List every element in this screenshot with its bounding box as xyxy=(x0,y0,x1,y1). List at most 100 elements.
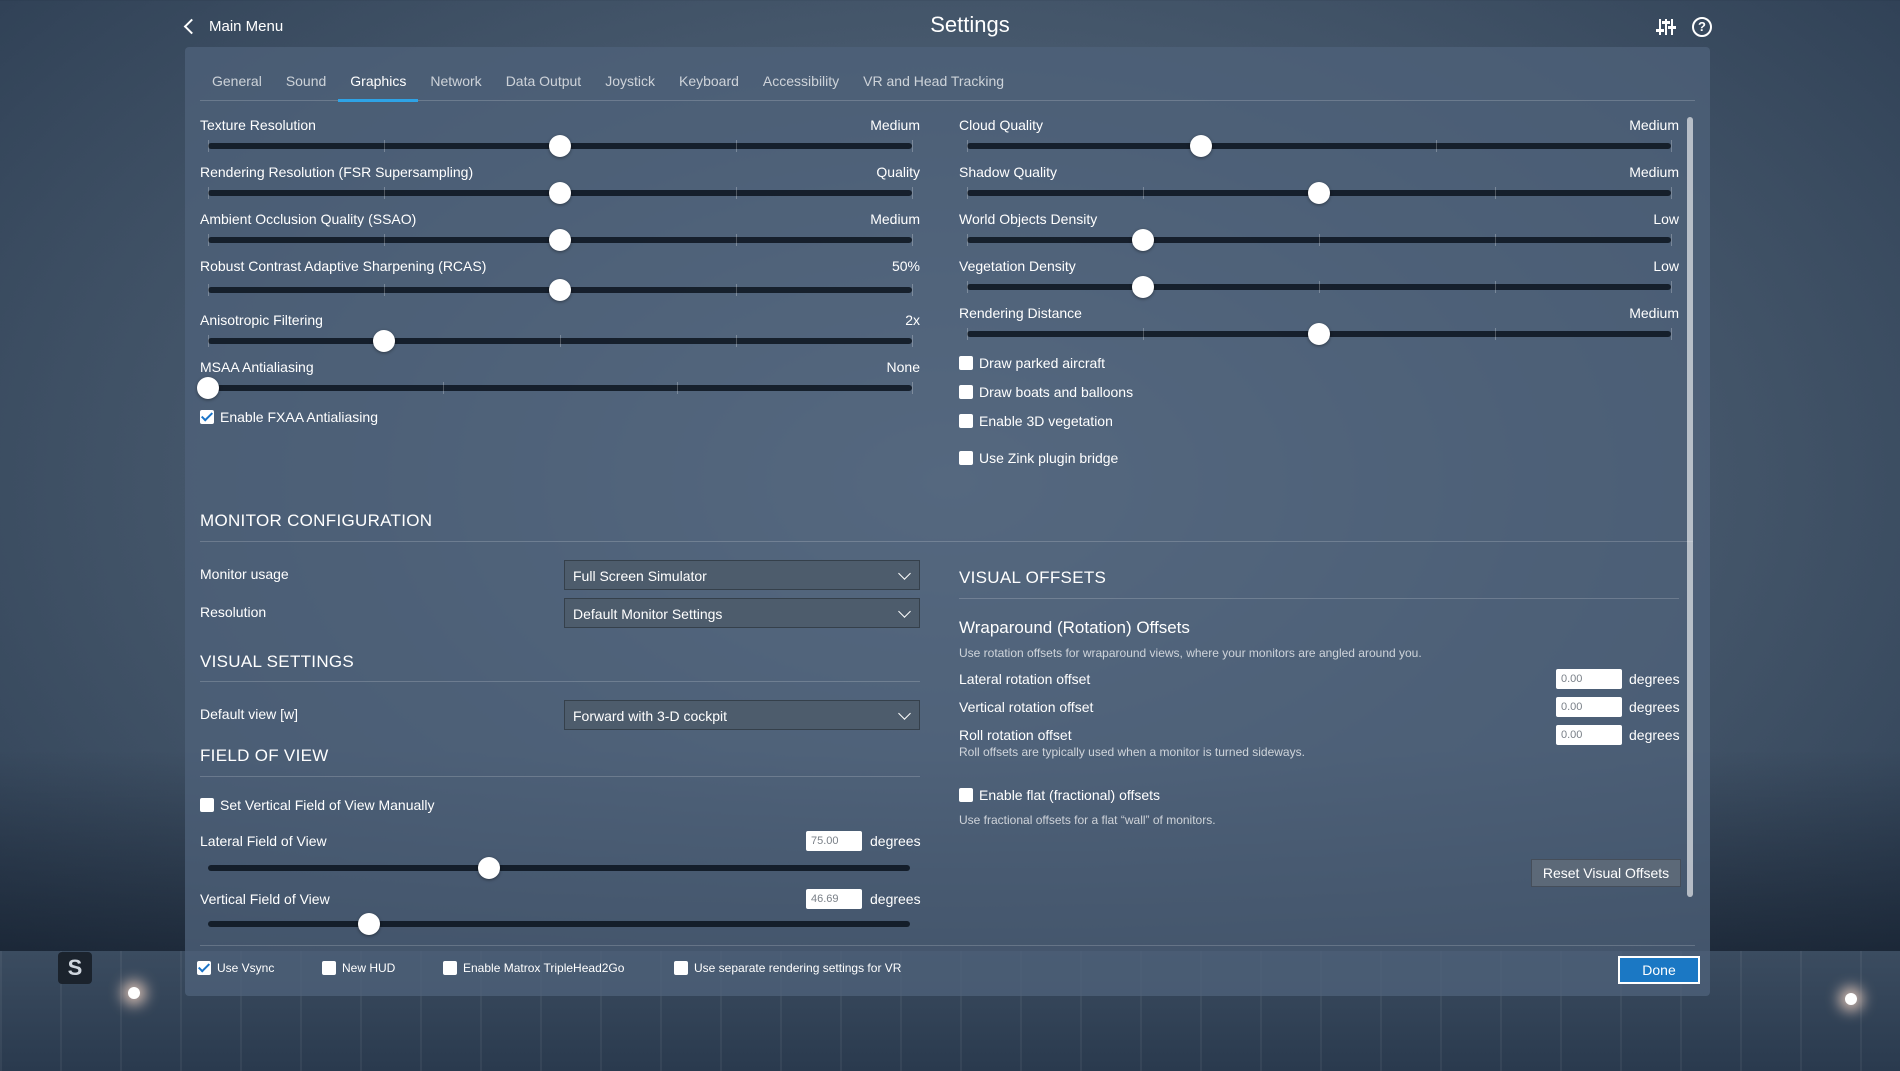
vertical-fov-input[interactable]: 46.69 xyxy=(806,889,862,909)
app-logo-icon: S xyxy=(58,952,92,984)
tab-joystick[interactable]: Joystick xyxy=(593,65,667,99)
checkbox-box[interactable] xyxy=(674,961,688,975)
lateral-fov-input[interactable]: 75.00 xyxy=(806,831,862,851)
msaa-antialiasing-slider[interactable] xyxy=(197,377,913,399)
footer-divider xyxy=(200,945,1695,946)
scrollbar-thumb[interactable] xyxy=(1687,117,1693,897)
slider-tick xyxy=(1143,187,1144,199)
resolution-dropdown[interactable]: Default Monitor Settings xyxy=(564,598,920,628)
monitor-usage-label: Monitor usage xyxy=(200,566,289,582)
checkbox-box[interactable] xyxy=(959,414,973,428)
texture-resolution-slider[interactable] xyxy=(208,135,913,157)
wraparound-title: Wraparound (Rotation) Offsets xyxy=(959,618,1190,637)
lateral-fov-slider[interactable] xyxy=(208,857,910,879)
settings-panel: General Sound Graphics Network Data Output Jo… xyxy=(185,47,1710,996)
slider-thumb[interactable] xyxy=(549,279,571,301)
slider-tick xyxy=(1671,281,1672,293)
rendering-resolution-fsr-supersampling-slider[interactable] xyxy=(208,182,913,204)
draw-parked-aircraft-checkbox[interactable]: Draw parked aircraft xyxy=(959,355,1105,371)
checkbox-label: Use separate rendering settings for VR xyxy=(694,961,902,975)
mixer-settings-icon[interactable] xyxy=(1656,17,1676,37)
slider-thumb[interactable] xyxy=(1308,323,1330,345)
roll-rotation-offset-input[interactable]: 0.00 xyxy=(1556,725,1622,745)
ambient-occlusion-quality-ssao-value: Medium xyxy=(870,211,920,227)
shadow-quality-label: Shadow Quality xyxy=(959,164,1058,180)
fxaa-checkbox[interactable]: Enable FXAA Antialiasing xyxy=(200,409,378,425)
slider-thumb[interactable] xyxy=(477,857,500,879)
anisotropic-filtering-slider[interactable] xyxy=(208,330,913,352)
robust-contrast-adaptive-sharpening-rcas-slider[interactable] xyxy=(208,279,913,301)
ambient-occlusion-quality-ssao-slider[interactable] xyxy=(208,229,913,251)
slider-thumb[interactable] xyxy=(373,330,395,352)
tab-vr-and-head-tracking[interactable]: VR and Head Tracking xyxy=(851,65,1016,99)
enable-matrox-triplehead2go-checkbox[interactable]: Enable Matrox TripleHead2Go xyxy=(443,961,624,975)
draw-boats-and-balloons-checkbox[interactable]: Draw boats and balloons xyxy=(959,384,1133,400)
tab-keyboard[interactable]: Keyboard xyxy=(667,65,751,99)
vertical-rotation-offset-input[interactable]: 0.00 xyxy=(1556,697,1622,717)
checkbox-box[interactable] xyxy=(959,356,973,370)
shadow-quality-slider[interactable] xyxy=(967,182,1672,204)
tab-general[interactable]: General xyxy=(200,65,274,99)
slider-thumb[interactable] xyxy=(1132,229,1154,251)
vegetation-density-slider[interactable] xyxy=(967,276,1672,298)
checkbox-box[interactable] xyxy=(959,788,973,802)
slider-thumb[interactable] xyxy=(549,229,571,251)
tab-graphics[interactable]: Graphics xyxy=(338,65,419,102)
lateral-rotation-offset-input[interactable]: 0.00 xyxy=(1556,669,1622,689)
runway-light xyxy=(1845,993,1857,1005)
slider-thumb[interactable] xyxy=(549,135,571,157)
divider xyxy=(959,598,1679,599)
new-hud-checkbox[interactable]: New HUD xyxy=(322,961,395,975)
cloud-quality-slider[interactable] xyxy=(967,135,1672,157)
use-vsync-checkbox[interactable]: Use Vsync xyxy=(197,961,274,975)
slider-tick xyxy=(1436,140,1438,152)
tab-network[interactable]: Network xyxy=(418,65,493,99)
checkbox-label: Draw boats and balloons xyxy=(979,384,1134,400)
vertical-rotation-offset-unit: degrees xyxy=(1629,699,1680,715)
slider-thumb[interactable] xyxy=(549,182,571,204)
checkbox-box[interactable] xyxy=(443,961,457,975)
checkbox-box[interactable] xyxy=(197,961,211,975)
checkbox-label: Use Zink plugin bridge xyxy=(979,450,1119,466)
msaa-antialiasing-value: None xyxy=(886,359,920,375)
runway-light xyxy=(128,987,140,999)
rendering-distance-label: Rendering Distance xyxy=(959,305,1082,321)
monitor-usage-value: Full Screen Simulator xyxy=(573,568,707,584)
reset-visual-offsets-button[interactable]: Reset Visual Offsets xyxy=(1531,859,1681,887)
checkbox-box[interactable] xyxy=(200,410,214,424)
slider-thumb[interactable] xyxy=(358,913,381,935)
manual-fov-checkbox[interactable]: Set Vertical Field of View Manually xyxy=(200,797,435,813)
enable-3d-vegetation-checkbox[interactable]: Enable 3D vegetation xyxy=(959,413,1113,429)
slider-tick xyxy=(967,187,968,199)
slider-thumb[interactable] xyxy=(1190,135,1213,157)
vertical-fov-slider[interactable] xyxy=(208,913,910,935)
use-zink-plugin-bridge-checkbox[interactable]: Use Zink plugin bridge xyxy=(959,450,1118,466)
help-icon[interactable]: ? xyxy=(1692,17,1712,37)
monitor-usage-dropdown[interactable]: Full Screen Simulator xyxy=(564,560,920,590)
slider-thumb[interactable] xyxy=(1132,276,1154,298)
tab-accessibility[interactable]: Accessibility xyxy=(751,65,851,99)
slider-tick xyxy=(1671,187,1672,199)
default-view-dropdown[interactable]: Forward with 3-D cockpit xyxy=(564,700,920,730)
tab-data-output[interactable]: Data Output xyxy=(494,65,594,99)
checkbox-box[interactable] xyxy=(322,961,336,975)
checkbox-box[interactable] xyxy=(959,385,973,399)
rendering-distance-slider[interactable] xyxy=(967,323,1672,345)
checkbox-box[interactable] xyxy=(200,798,214,812)
flat-offsets-checkbox[interactable]: Enable flat (fractional) offsets xyxy=(959,787,1160,803)
slider-tick xyxy=(384,234,385,246)
done-button[interactable]: Done xyxy=(1618,956,1700,984)
use-separate-rendering-settings-for-vr-checkbox[interactable]: Use separate rendering settings for VR xyxy=(674,961,901,975)
texture-resolution-label: Texture Resolution xyxy=(200,117,316,133)
checkbox-label: Enable 3D vegetation xyxy=(979,413,1113,429)
slider-thumb[interactable] xyxy=(197,377,219,399)
lateral-rotation-offset-label: Lateral rotation offset xyxy=(959,671,1091,687)
slider-tick xyxy=(208,140,209,152)
cloud-quality-label: Cloud Quality xyxy=(959,117,1044,133)
slider-tick xyxy=(912,140,913,152)
tab-sound[interactable]: Sound xyxy=(274,65,338,99)
checkbox-box[interactable] xyxy=(959,451,973,465)
slider-thumb[interactable] xyxy=(1308,182,1330,204)
ambient-occlusion-quality-ssao-label: Ambient Occlusion Quality (SSAO) xyxy=(200,211,417,227)
world-objects-density-slider[interactable] xyxy=(967,229,1672,251)
